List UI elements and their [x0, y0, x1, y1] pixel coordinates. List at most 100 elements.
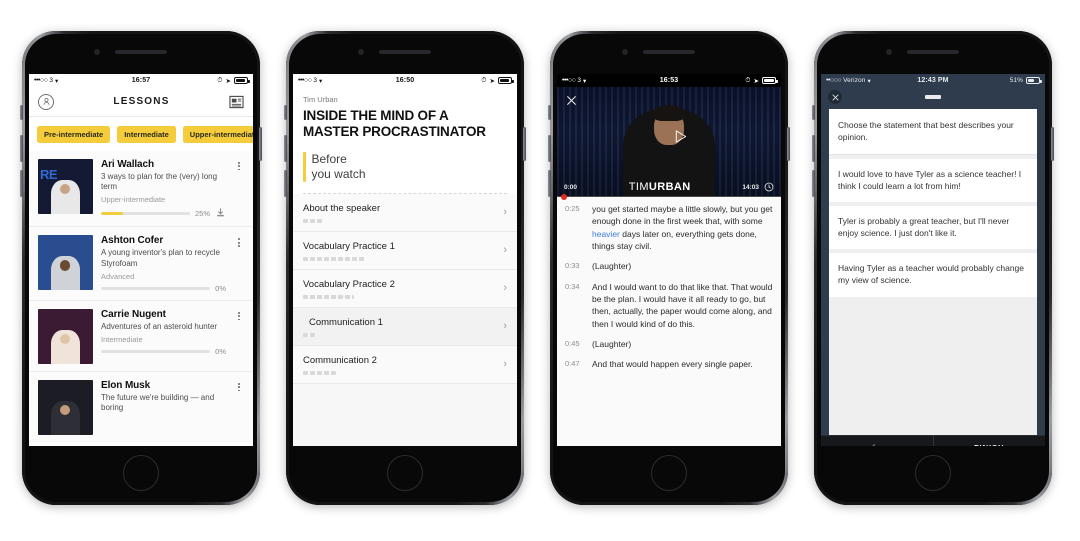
- signal-dots-icon: •••○○: [34, 77, 48, 84]
- volume-up-button[interactable]: [20, 135, 23, 162]
- list-item-vocabulary-practice-1[interactable]: Vocabulary Practice 1 ›: [293, 231, 517, 270]
- row-body: About the speaker: [303, 203, 497, 223]
- quiz-option-2[interactable]: Tyler is probably a great teacher, but I…: [829, 206, 1037, 250]
- clock-icon[interactable]: [764, 182, 774, 192]
- power-button[interactable]: [523, 127, 526, 161]
- mute-switch[interactable]: [812, 105, 815, 120]
- status-clock: 16:53: [659, 77, 679, 84]
- volume-up-button[interactable]: [548, 135, 551, 162]
- front-camera-icon: [94, 49, 100, 55]
- transcript-text: And that would happen every single paper…: [592, 359, 753, 370]
- power-button[interactable]: [1051, 127, 1054, 161]
- list-item-communication-1[interactable]: Communication 1 ›: [293, 307, 517, 346]
- finish-button[interactable]: FINISH: [934, 436, 1046, 446]
- list-item-vocabulary-practice-2[interactable]: Vocabulary Practice 2 ›: [293, 269, 517, 308]
- lesson-hero: Tim Urban INSIDE THE MIND OF A MASTER PR…: [293, 87, 517, 194]
- lesson-more-options-button[interactable]: [234, 235, 244, 292]
- quiz-option-1[interactable]: I would love to have Tyler as a science …: [829, 159, 1037, 203]
- volume-down-button[interactable]: [548, 170, 551, 197]
- list-item[interactable]: Carrie Nugent Adventures of an asteroid …: [29, 300, 253, 372]
- lesson-more-options-button[interactable]: [234, 159, 244, 219]
- wifi-icon: ▾: [583, 77, 587, 85]
- section-title: Before you watch: [312, 152, 366, 182]
- transcript-timestamp[interactable]: 0:25: [565, 203, 585, 252]
- battery-icon: [498, 77, 514, 84]
- power-button[interactable]: [259, 127, 262, 161]
- lesson-more-options-button[interactable]: [234, 380, 244, 435]
- volume-down-button[interactable]: [284, 170, 287, 197]
- row-title: Communication 1: [309, 316, 383, 328]
- phone-lessons-list: •••○○ 3 ▾ 16:57 ⏱ ➤ LESSONS Pre-intermed…: [20, 31, 262, 505]
- status-bar: •••○○ 3 ▾ 16:50 ⏱ ➤: [293, 74, 517, 87]
- list-item[interactable]: Elon Musk The future we're building — an…: [29, 371, 253, 442]
- lesson-progress-row: 0%: [101, 347, 226, 356]
- home-button[interactable]: [915, 455, 951, 491]
- video-controls-bar: 0:00 TIMURBAN 14:03: [557, 181, 781, 193]
- transcript-timestamp[interactable]: 0:45: [565, 338, 585, 350]
- volume-down-button[interactable]: [20, 170, 23, 197]
- phone-quiz: ••○○○ Verizon ▾ 12:43 PM 51% Choose the …: [812, 31, 1054, 505]
- row-title: Vocabulary Practice 1: [303, 240, 395, 252]
- mute-switch[interactable]: [284, 105, 287, 120]
- transcript-highlight-word[interactable]: heavier: [592, 229, 620, 239]
- chip-intermediate[interactable]: Intermediate: [117, 126, 176, 143]
- transcript-timestamp[interactable]: 0:34: [565, 281, 585, 330]
- chevron-right-icon: ›: [503, 244, 507, 257]
- lesson-info: Ari Wallach 3 ways to plan for the (very…: [101, 159, 226, 219]
- video-player[interactable]: 0:00 TIMURBAN 14:03: [557, 87, 781, 197]
- close-icon[interactable]: [566, 95, 577, 106]
- status-right: ⏱ ➤: [150, 77, 250, 85]
- news-icon[interactable]: [229, 95, 244, 109]
- volume-up-button[interactable]: [284, 135, 287, 162]
- volume-up-button[interactable]: [812, 135, 815, 162]
- screen-video-transcript: •••○○ 3 ▾ 16:53 ⏱ ➤ 0:00 TIMURBAN 14:03 …: [557, 74, 781, 446]
- chip-pre-intermediate[interactable]: Pre-intermediate: [37, 126, 111, 143]
- transcript-timestamp[interactable]: 0:33: [565, 260, 585, 272]
- wifi-icon: ▾: [867, 77, 871, 85]
- list-item-communication-2[interactable]: Communication 2 ›: [293, 345, 517, 384]
- progress-bar: [101, 349, 211, 354]
- brand-bold: URBAN: [648, 181, 691, 193]
- phone-video-transcript: •••○○ 3 ▾ 16:53 ⏱ ➤ 0:00 TIMURBAN 14:03 …: [548, 31, 790, 505]
- row-title: Communication 2: [303, 354, 377, 366]
- front-camera-icon: [886, 49, 892, 55]
- lesson-thumbnail: [38, 379, 93, 435]
- play-icon[interactable]: [673, 129, 688, 144]
- list-item[interactable]: RE Ari Wallach 3 ways to plan for the (v…: [29, 151, 253, 228]
- location-icon: ➤: [753, 77, 759, 85]
- transcript-row[interactable]: 0:34 And I would want to do that like th…: [565, 281, 773, 330]
- status-clock: 16:57: [131, 77, 151, 84]
- transcript-row[interactable]: 0:25 you get started maybe a little slow…: [565, 203, 773, 252]
- list-item[interactable]: Ashton Cofer A young inventor's plan to …: [29, 227, 253, 301]
- home-button[interactable]: [123, 455, 159, 491]
- list-item-about-the-speaker[interactable]: About the speaker ›: [293, 193, 517, 232]
- video-seek-bar[interactable]: [557, 196, 781, 197]
- row-body: Vocabulary Practice 1: [303, 241, 497, 261]
- transcript-row[interactable]: 0:33 (Laughter): [565, 260, 773, 272]
- home-button[interactable]: [387, 455, 423, 491]
- avatar-icon[interactable]: [38, 93, 54, 110]
- lesson-list[interactable]: RE Ari Wallach 3 ways to plan for the (v…: [29, 151, 253, 442]
- back-button[interactable]: [821, 436, 934, 446]
- progress-bar: [101, 211, 190, 216]
- transcript-panel[interactable]: 0:25 you get started maybe a little slow…: [557, 197, 781, 446]
- transcript-row[interactable]: 0:47 And that would happen every single …: [565, 358, 773, 370]
- volume-down-button[interactable]: [812, 170, 815, 197]
- row-body: Communication 2: [303, 355, 497, 375]
- drag-handle[interactable]: [925, 95, 941, 99]
- transcript-row[interactable]: 0:45 (Laughter): [565, 338, 773, 350]
- power-button[interactable]: [787, 127, 790, 161]
- row-progress-placeholder: [303, 294, 354, 299]
- quiz-content: Choose the statement that best describes…: [821, 87, 1045, 446]
- chip-upper-intermediate[interactable]: Upper-intermediate: [182, 126, 253, 143]
- transcript-text: (Laughter): [592, 261, 632, 272]
- transcript-timestamp[interactable]: 0:47: [565, 358, 585, 370]
- quiz-option-3[interactable]: Having Tyler as a teacher would probably…: [829, 253, 1037, 297]
- close-icon[interactable]: [828, 90, 842, 104]
- brand-light: TIM: [628, 181, 649, 193]
- mute-switch[interactable]: [20, 105, 23, 120]
- home-button[interactable]: [651, 455, 687, 491]
- lesson-more-options-button[interactable]: [234, 309, 244, 364]
- mute-switch[interactable]: [548, 105, 551, 120]
- download-icon[interactable]: [215, 207, 226, 218]
